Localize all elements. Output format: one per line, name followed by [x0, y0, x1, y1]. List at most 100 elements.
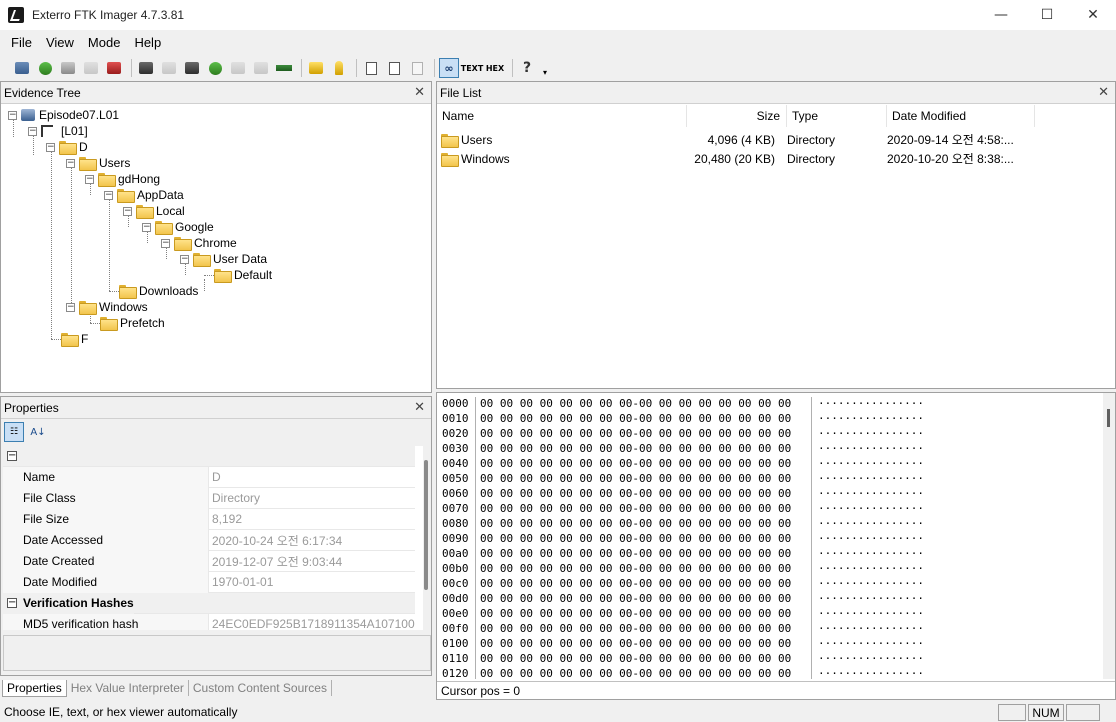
hex-ascii[interactable]: ················: [811, 577, 924, 592]
obtain-protected-files-button[interactable]: [306, 58, 326, 78]
hex-ascii[interactable]: ················: [811, 652, 924, 667]
hex-ascii[interactable]: ················: [811, 547, 924, 562]
tree-node-users[interactable]: − Users: [66, 155, 130, 171]
auto-viewer-button[interactable]: ∞: [439, 58, 459, 78]
hex-row[interactable]: 0000 00 00 00 00 00 00 00 00-00 00 00 00 …: [437, 397, 924, 412]
hex-bytes[interactable]: 00 00 00 00 00 00 00 00-00 00 00 00 00 0…: [475, 427, 811, 442]
hex-row[interactable]: 0090 00 00 00 00 00 00 00 00-00 00 00 00 …: [437, 532, 924, 547]
evidence-tree-close-icon[interactable]: ✕: [414, 85, 425, 100]
collapse-icon[interactable]: −: [46, 142, 55, 152]
hex-bytes[interactable]: 00 00 00 00 00 00 00 00-00 00 00 00 00 0…: [475, 562, 811, 577]
hex-row[interactable]: 00a0 00 00 00 00 00 00 00 00-00 00 00 00 …: [437, 547, 924, 562]
hex-row[interactable]: 0050 00 00 00 00 00 00 00 00-00 00 00 00 …: [437, 472, 924, 487]
hex-dump[interactable]: 0000 00 00 00 00 00 00 00 00-00 00 00 00 …: [437, 393, 1103, 679]
hex-row[interactable]: 00e0 00 00 00 00 00 00 00 00-00 00 00 00 …: [437, 607, 924, 622]
tree-node-google[interactable]: − Google: [142, 219, 214, 235]
file-row[interactable]: Windows 20,480 (20 KB) Directory 2020-10…: [437, 149, 1041, 168]
hex-bytes[interactable]: 00 00 00 00 00 00 00 00-00 00 00 00 00 0…: [475, 637, 811, 652]
tree-node-downloads[interactable]: Downloads: [119, 283, 198, 299]
export-disk-image-button[interactable]: [159, 58, 179, 78]
hex-bytes[interactable]: 00 00 00 00 00 00 00 00-00 00 00 00 00 0…: [475, 652, 811, 667]
hex-ascii[interactable]: ················: [811, 592, 924, 607]
hex-row[interactable]: 0110 00 00 00 00 00 00 00 00-00 00 00 00 …: [437, 652, 924, 667]
column-name[interactable]: Name: [437, 105, 687, 127]
minimize-button[interactable]: —: [978, 0, 1024, 30]
hex-bytes[interactable]: 00 00 00 00 00 00 00 00-00 00 00 00 00 0…: [475, 457, 811, 472]
hex-bytes[interactable]: 00 00 00 00 00 00 00 00-00 00 00 00 00 0…: [475, 397, 811, 412]
hex-row[interactable]: 0080 00 00 00 00 00 00 00 00-00 00 00 00 …: [437, 517, 924, 532]
properties-group-header[interactable]: −: [3, 446, 415, 467]
hex-row[interactable]: 0100 00 00 00 00 00 00 00 00-00 00 00 00 …: [437, 637, 924, 652]
hex-bytes[interactable]: 00 00 00 00 00 00 00 00-00 00 00 00 00 0…: [475, 607, 811, 622]
scrollbar-thumb[interactable]: [424, 460, 428, 590]
remove-evidence-button[interactable]: [81, 58, 101, 78]
properties-scrollbar[interactable]: [423, 446, 431, 630]
add-to-custom-content-button[interactable]: [205, 58, 225, 78]
categorized-view-icon[interactable]: ☷: [4, 422, 24, 442]
hex-bytes[interactable]: 00 00 00 00 00 00 00 00-00 00 00 00 00 0…: [475, 412, 811, 427]
tab-custom-content-sources[interactable]: Custom Content Sources: [189, 680, 332, 696]
collapse-icon[interactable]: −: [123, 206, 132, 216]
decrypt-button[interactable]: [251, 58, 271, 78]
hex-row[interactable]: 0010 00 00 00 00 00 00 00 00-00 00 00 00 …: [437, 412, 924, 427]
menu-mode[interactable]: Mode: [81, 35, 128, 50]
add-evidence-item-button[interactable]: [12, 58, 32, 78]
hex-row[interactable]: 00b0 00 00 00 00 00 00 00 00-00 00 00 00 …: [437, 562, 924, 577]
help-button[interactable]: ?: [517, 58, 537, 78]
hex-bytes[interactable]: 00 00 00 00 00 00 00 00-00 00 00 00 00 0…: [475, 547, 811, 562]
hex-row[interactable]: 00c0 00 00 00 00 00 00 00 00-00 00 00 00 …: [437, 577, 924, 592]
hex-bytes[interactable]: 00 00 00 00 00 00 00 00-00 00 00 00 00 0…: [475, 592, 811, 607]
tree-node-appdata[interactable]: − AppData: [104, 187, 184, 203]
hex-bytes[interactable]: 00 00 00 00 00 00 00 00-00 00 00 00 00 0…: [475, 442, 811, 457]
toolbar-overflow-button[interactable]: ▾: [540, 58, 550, 78]
hex-ascii[interactable]: ················: [811, 622, 924, 637]
collapse-icon[interactable]: −: [8, 110, 17, 120]
hex-ascii[interactable]: ················: [811, 502, 924, 517]
hex-bytes[interactable]: 00 00 00 00 00 00 00 00-00 00 00 00 00 0…: [475, 577, 811, 592]
hex-bytes[interactable]: 00 00 00 00 00 00 00 00-00 00 00 00 00 0…: [475, 532, 811, 547]
export-files-button[interactable]: [361, 58, 381, 78]
collapse-icon[interactable]: −: [66, 302, 75, 312]
alphabetical-sort-icon[interactable]: A↓: [28, 422, 48, 442]
hex-ascii[interactable]: ················: [811, 607, 924, 622]
hex-viewer-button[interactable]: HEX: [485, 58, 505, 78]
hex-bytes[interactable]: 00 00 00 00 00 00 00 00-00 00 00 00 00 0…: [475, 517, 811, 532]
detect-encryption-button[interactable]: [329, 58, 349, 78]
hex-row[interactable]: 00f0 00 00 00 00 00 00 00 00-00 00 00 00 …: [437, 622, 924, 637]
collapse-icon[interactable]: −: [7, 451, 17, 461]
tree-node-chrome[interactable]: − Chrome: [161, 235, 237, 251]
file-row[interactable]: Users 4,096 (4 KB) Directory 2020-09-14 …: [437, 130, 1041, 149]
property-row[interactable]: Date Modified 1970-01-01: [3, 571, 415, 593]
tree-node-gdhong[interactable]: − gdHong: [85, 171, 160, 187]
hex-bytes[interactable]: 00 00 00 00 00 00 00 00-00 00 00 00 00 0…: [475, 502, 811, 517]
property-row[interactable]: File Size 8,192: [3, 508, 415, 530]
collapse-icon[interactable]: −: [142, 222, 151, 232]
hex-ascii[interactable]: ················: [811, 457, 924, 472]
export-logical-image-button[interactable]: [182, 58, 202, 78]
hex-row[interactable]: 0060 00 00 00 00 00 00 00 00-00 00 00 00 …: [437, 487, 924, 502]
tree-node-default[interactable]: Default: [214, 267, 272, 283]
add-all-devices-button[interactable]: [35, 58, 55, 78]
hex-bytes[interactable]: 00 00 00 00 00 00 00 00-00 00 00 00 00 0…: [475, 622, 811, 637]
tab-properties[interactable]: Properties: [2, 679, 67, 697]
column-date-modified[interactable]: Date Modified: [887, 105, 1035, 127]
hex-ascii[interactable]: ················: [811, 397, 924, 412]
close-window-button[interactable]: ✕: [1070, 0, 1116, 30]
column-type[interactable]: Type: [787, 105, 887, 127]
property-row[interactable]: Name D: [3, 466, 415, 488]
hex-ascii[interactable]: ················: [811, 442, 924, 457]
export-directory-listing-button[interactable]: [407, 58, 427, 78]
hex-row[interactable]: 0070 00 00 00 00 00 00 00 00-00 00 00 00 …: [437, 502, 924, 517]
collapse-icon[interactable]: −: [180, 254, 189, 264]
properties-group-verification[interactable]: − Verification Hashes: [3, 592, 415, 614]
tree-node-user-data[interactable]: − User Data: [180, 251, 267, 267]
hex-bytes[interactable]: 00 00 00 00 00 00 00 00-00 00 00 00 00 0…: [475, 667, 811, 679]
hex-scrollbar[interactable]: [1103, 393, 1115, 679]
image-mounting-button[interactable]: [58, 58, 78, 78]
hex-ascii[interactable]: ················: [811, 517, 924, 532]
hex-ascii[interactable]: ················: [811, 487, 924, 502]
hex-bytes[interactable]: 00 00 00 00 00 00 00 00-00 00 00 00 00 0…: [475, 472, 811, 487]
create-disk-image-button[interactable]: [136, 58, 156, 78]
column-size[interactable]: Size: [687, 105, 787, 127]
hex-ascii[interactable]: ················: [811, 637, 924, 652]
